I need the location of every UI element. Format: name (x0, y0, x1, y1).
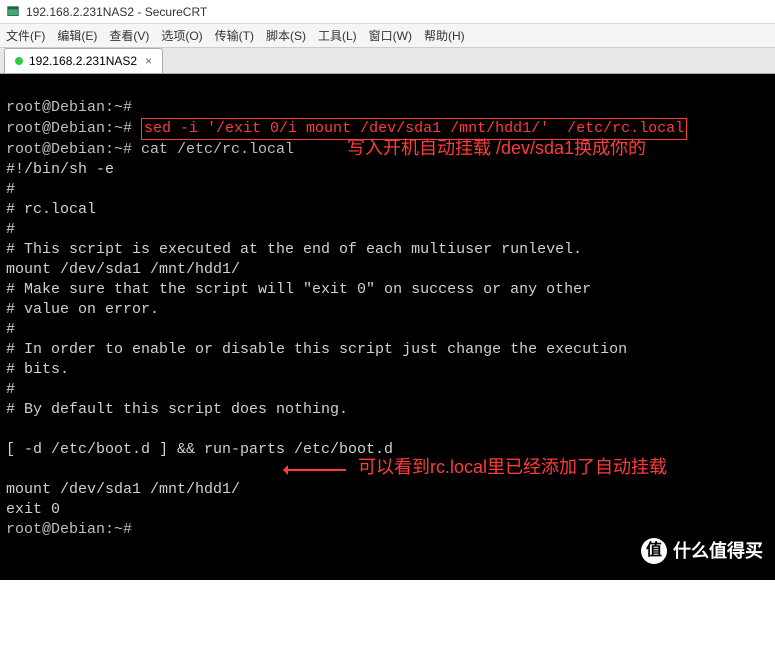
menu-file[interactable]: 文件(F) (6, 27, 45, 44)
app-icon (6, 5, 20, 19)
terminal-line: # rc.local (6, 201, 96, 218)
terminal-line: # (6, 181, 15, 198)
terminal-line: # This script is executed at the end of … (6, 241, 582, 258)
terminal-line: mount /dev/sda1 /mnt/hdd1/ (6, 261, 240, 278)
menubar: 文件(F) 编辑(E) 查看(V) 选项(O) 传输(T) 脚本(S) 工具(L… (0, 24, 775, 48)
terminal-line: exit 0 (6, 501, 60, 518)
terminal-line: # Make sure that the script will "exit 0… (6, 281, 591, 298)
terminal-line: # (6, 221, 15, 238)
terminal-line: [ -d /etc/boot.d ] && run-parts /etc/boo… (6, 441, 393, 458)
terminal-line: # By default this script does nothing. (6, 401, 348, 418)
menu-view[interactable]: 查看(V) (109, 27, 149, 44)
annotation-bottom: 可以看到rc.local里已经添加了自动挂载 (358, 457, 667, 477)
checkmark-icon (15, 57, 23, 65)
menu-tools[interactable]: 工具(L) (318, 27, 357, 44)
terminal-line: root@Debian:~# cat /etc/rc.local (6, 141, 294, 158)
terminal-line: # bits. (6, 361, 69, 378)
menu-options[interactable]: 选项(O) (161, 27, 202, 44)
window-title: 192.168.2.231NAS2 - SecureCRT (26, 5, 207, 19)
tabbar: 192.168.2.231NAS2 × (0, 48, 775, 74)
terminal-line: mount /dev/sda1 /mnt/hdd1/ (6, 481, 240, 498)
session-tab[interactable]: 192.168.2.231NAS2 × (4, 48, 163, 73)
arrow-icon (286, 469, 346, 471)
menu-window[interactable]: 窗口(W) (369, 27, 412, 44)
terminal-line: root@Debian:~# (6, 99, 141, 116)
menu-edit[interactable]: 编辑(E) (57, 27, 97, 44)
close-icon[interactable]: × (145, 54, 152, 68)
tab-label: 192.168.2.231NAS2 (29, 54, 137, 68)
watermark-text: 什么值得买 (673, 541, 763, 561)
terminal-line: # In order to enable or disable this scr… (6, 341, 627, 358)
terminal[interactable]: root@Debian:~# root@Debian:~# sed -i '/e… (0, 74, 775, 580)
terminal-prompt: root@Debian:~# (6, 120, 141, 137)
terminal-line: #!/bin/sh -e (6, 161, 114, 178)
watermark: 值 什么值得买 (641, 538, 763, 564)
terminal-line: # (6, 381, 15, 398)
watermark-icon: 值 (641, 538, 667, 564)
terminal-line: root@Debian:~# (6, 521, 141, 538)
highlighted-command: sed -i '/exit 0/i mount /dev/sda1 /mnt/h… (141, 118, 687, 140)
terminal-line: # value on error. (6, 301, 159, 318)
terminal-line: # (6, 321, 15, 338)
annotation-top: 写入开机自动挂载 /dev/sda1换成你的 (347, 138, 646, 158)
titlebar: 192.168.2.231NAS2 - SecureCRT (0, 0, 775, 24)
menu-transfer[interactable]: 传输(T) (215, 27, 254, 44)
menu-script[interactable]: 脚本(S) (266, 27, 306, 44)
menu-help[interactable]: 帮助(H) (424, 27, 465, 44)
